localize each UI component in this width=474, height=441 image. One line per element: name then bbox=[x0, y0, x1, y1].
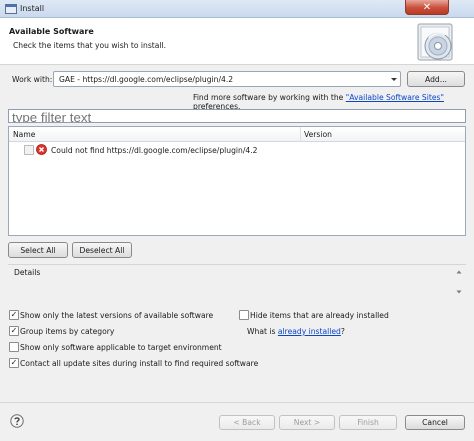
next-button[interactable]: Next > bbox=[279, 415, 335, 430]
error-icon bbox=[36, 144, 47, 155]
target-environment-label[interactable]: Show only software applicable to target … bbox=[20, 343, 222, 352]
software-table[interactable] bbox=[8, 126, 466, 236]
cancel-button[interactable]: Cancel bbox=[405, 415, 465, 430]
footer-separator bbox=[0, 402, 474, 403]
close-button[interactable]: ✕ bbox=[405, 0, 449, 15]
table-header bbox=[9, 127, 465, 142]
install-cd-icon bbox=[417, 23, 453, 61]
help-icon[interactable] bbox=[10, 414, 24, 428]
details-group bbox=[8, 264, 466, 302]
hide-installed-checkbox[interactable] bbox=[239, 310, 249, 320]
select-all-button[interactable]: Select All bbox=[8, 242, 68, 258]
title-bar bbox=[0, 0, 474, 18]
what-is-prefix: What is bbox=[247, 327, 278, 336]
what-is-suffix: ? bbox=[340, 327, 345, 336]
scroll-up-icon[interactable] bbox=[456, 269, 462, 275]
contact-update-sites-label[interactable]: Contact all update sites during install … bbox=[20, 359, 258, 368]
contact-update-sites-checkbox[interactable]: ✓ bbox=[9, 358, 19, 368]
available-software-sites-link[interactable]: "Available Software Sites" bbox=[346, 93, 444, 102]
deselect-all-button[interactable]: Deselect All bbox=[72, 242, 132, 258]
find-more-prefix: Find more software by working with the bbox=[193, 93, 346, 102]
work-with-value: GAE - https://dl.google.com/eclipse/plug… bbox=[59, 75, 234, 84]
scroll-down-icon[interactable] bbox=[456, 289, 462, 295]
finish-button[interactable]: Finish bbox=[339, 415, 397, 430]
work-with-label: Work with: bbox=[12, 75, 53, 84]
show-latest-checkbox[interactable]: ✓ bbox=[9, 310, 19, 320]
table-row-name[interactable]: Could not find https://dl.google.com/ecl… bbox=[51, 146, 257, 155]
show-latest-label[interactable]: Show only the latest versions of availab… bbox=[20, 311, 213, 320]
what-is-installed-text: What is already installed? bbox=[247, 327, 345, 336]
group-by-category-checkbox[interactable]: ✓ bbox=[9, 326, 19, 336]
app-window-icon bbox=[5, 4, 17, 14]
banner-title: Available Software bbox=[9, 27, 94, 36]
add-site-button[interactable]: Add... bbox=[407, 71, 465, 87]
group-by-category-label[interactable]: Group items by category bbox=[20, 327, 114, 336]
column-divider[interactable] bbox=[300, 127, 301, 142]
window-title: Install bbox=[20, 4, 45, 13]
hide-installed-label[interactable]: Hide items that are already installed bbox=[250, 311, 389, 320]
details-label: Details bbox=[14, 268, 41, 277]
chevron-down-icon[interactable] bbox=[389, 73, 399, 85]
row-checkbox[interactable] bbox=[24, 145, 34, 155]
back-button[interactable]: < Back bbox=[219, 415, 275, 430]
banner-description: Check the items that you wish to install… bbox=[13, 41, 167, 50]
column-header-version[interactable]: Version bbox=[304, 130, 332, 139]
target-environment-checkbox[interactable] bbox=[9, 342, 19, 352]
column-header-name[interactable]: Name bbox=[13, 130, 35, 139]
already-installed-link[interactable]: already installed bbox=[278, 327, 341, 336]
filter-input[interactable] bbox=[8, 109, 466, 123]
work-with-combo[interactable]: GAE - https://dl.google.com/eclipse/plug… bbox=[53, 71, 401, 87]
